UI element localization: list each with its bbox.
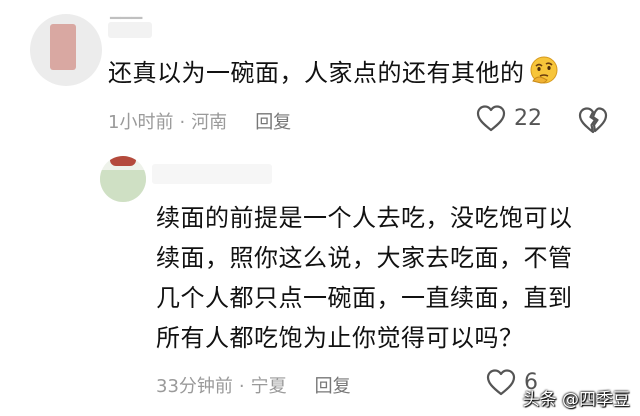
comment-time: 33分钟前 [156,376,233,397]
username-blurred[interactable] [152,164,272,184]
comment-text: 还真以为一碗面，人家点的还有其他的 [108,56,561,91]
thinking-face-icon [527,54,561,88]
heart-icon [486,369,516,396]
comment-line: 续面的前提是一个人去吃，没吃饱可以 [156,204,573,232]
comment-location: 宁夏 [250,376,287,397]
avatar[interactable] [100,156,146,202]
reply-button[interactable]: 回复 [315,376,351,397]
comment-meta: 33分钟前 · 宁夏 回复 [156,372,351,398]
comment-location: 河南 [191,112,228,133]
comment-line: 所有人都吃饱为止你觉得可以吗？ [156,324,524,352]
like-button[interactable]: 22 [476,104,542,132]
reply-button[interactable]: 回复 [255,112,291,133]
separator-dot: · [238,376,245,397]
comment-line: 几个人都只点一碗面，一直续面，直到 [156,284,573,312]
heart-icon [476,105,506,132]
broken-heart-icon [578,107,608,134]
comment-body: 还真以为一碗面，人家点的还有其他的 [108,59,525,87]
watermark: 头条 @四季豆 [522,390,630,410]
comment-time: 1小时前 [108,112,174,133]
comment-text: 续面的前提是一个人去吃，没吃饱可以 续面，照你这么说，大家去吃面，不管 几个人都… [156,198,596,358]
dislike-button[interactable] [578,106,608,138]
like-count: 22 [514,105,542,131]
avatar[interactable] [30,14,102,86]
separator-dot: · [179,112,186,133]
comment-line: 续面，照你这么说，大家去吃面，不管 [156,244,573,272]
comment-meta: 1小时前 · 河南 回复 [108,108,291,134]
username-blurred[interactable]: ▔▔▔ [108,18,152,38]
